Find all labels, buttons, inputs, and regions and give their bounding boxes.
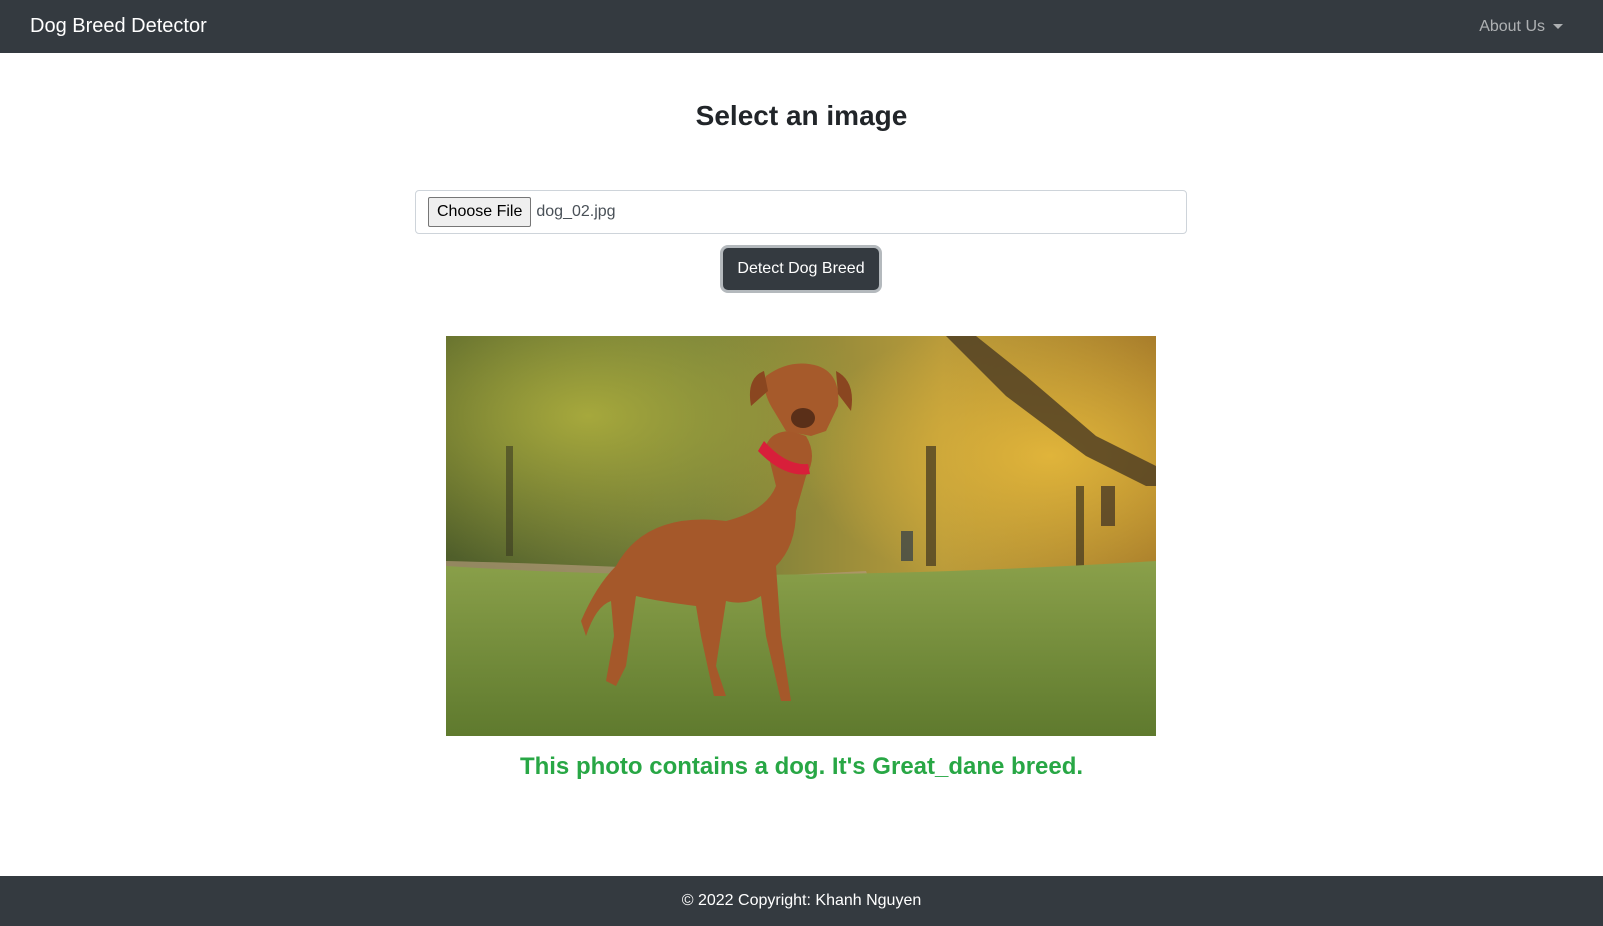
- caret-down-icon: [1553, 24, 1563, 29]
- selected-file-name: dog_02.jpg: [536, 203, 616, 220]
- copyright-text: © 2022 Copyright: Khanh Nguyen: [681, 892, 922, 909]
- choose-file-button[interactable]: Choose File: [428, 197, 532, 227]
- uploaded-dog-photo: [446, 336, 1156, 736]
- detect-dog-breed-button[interactable]: Detect Dog Breed: [723, 248, 879, 290]
- about-us-dropdown[interactable]: About Us: [1479, 18, 1563, 36]
- brand-link[interactable]: Dog Breed Detector: [30, 15, 207, 38]
- navbar: Dog Breed Detector About Us: [0, 0, 1603, 53]
- about-us-label: About Us: [1479, 17, 1545, 35]
- page-title: Select an image: [695, 100, 908, 131]
- prediction-result: This photo contains a dog. It's Great_da…: [519, 753, 1084, 780]
- footer: © 2022 Copyright: Khanh Nguyen: [0, 876, 1603, 926]
- file-input[interactable]: Choose File dog_02.jpg: [415, 190, 1187, 234]
